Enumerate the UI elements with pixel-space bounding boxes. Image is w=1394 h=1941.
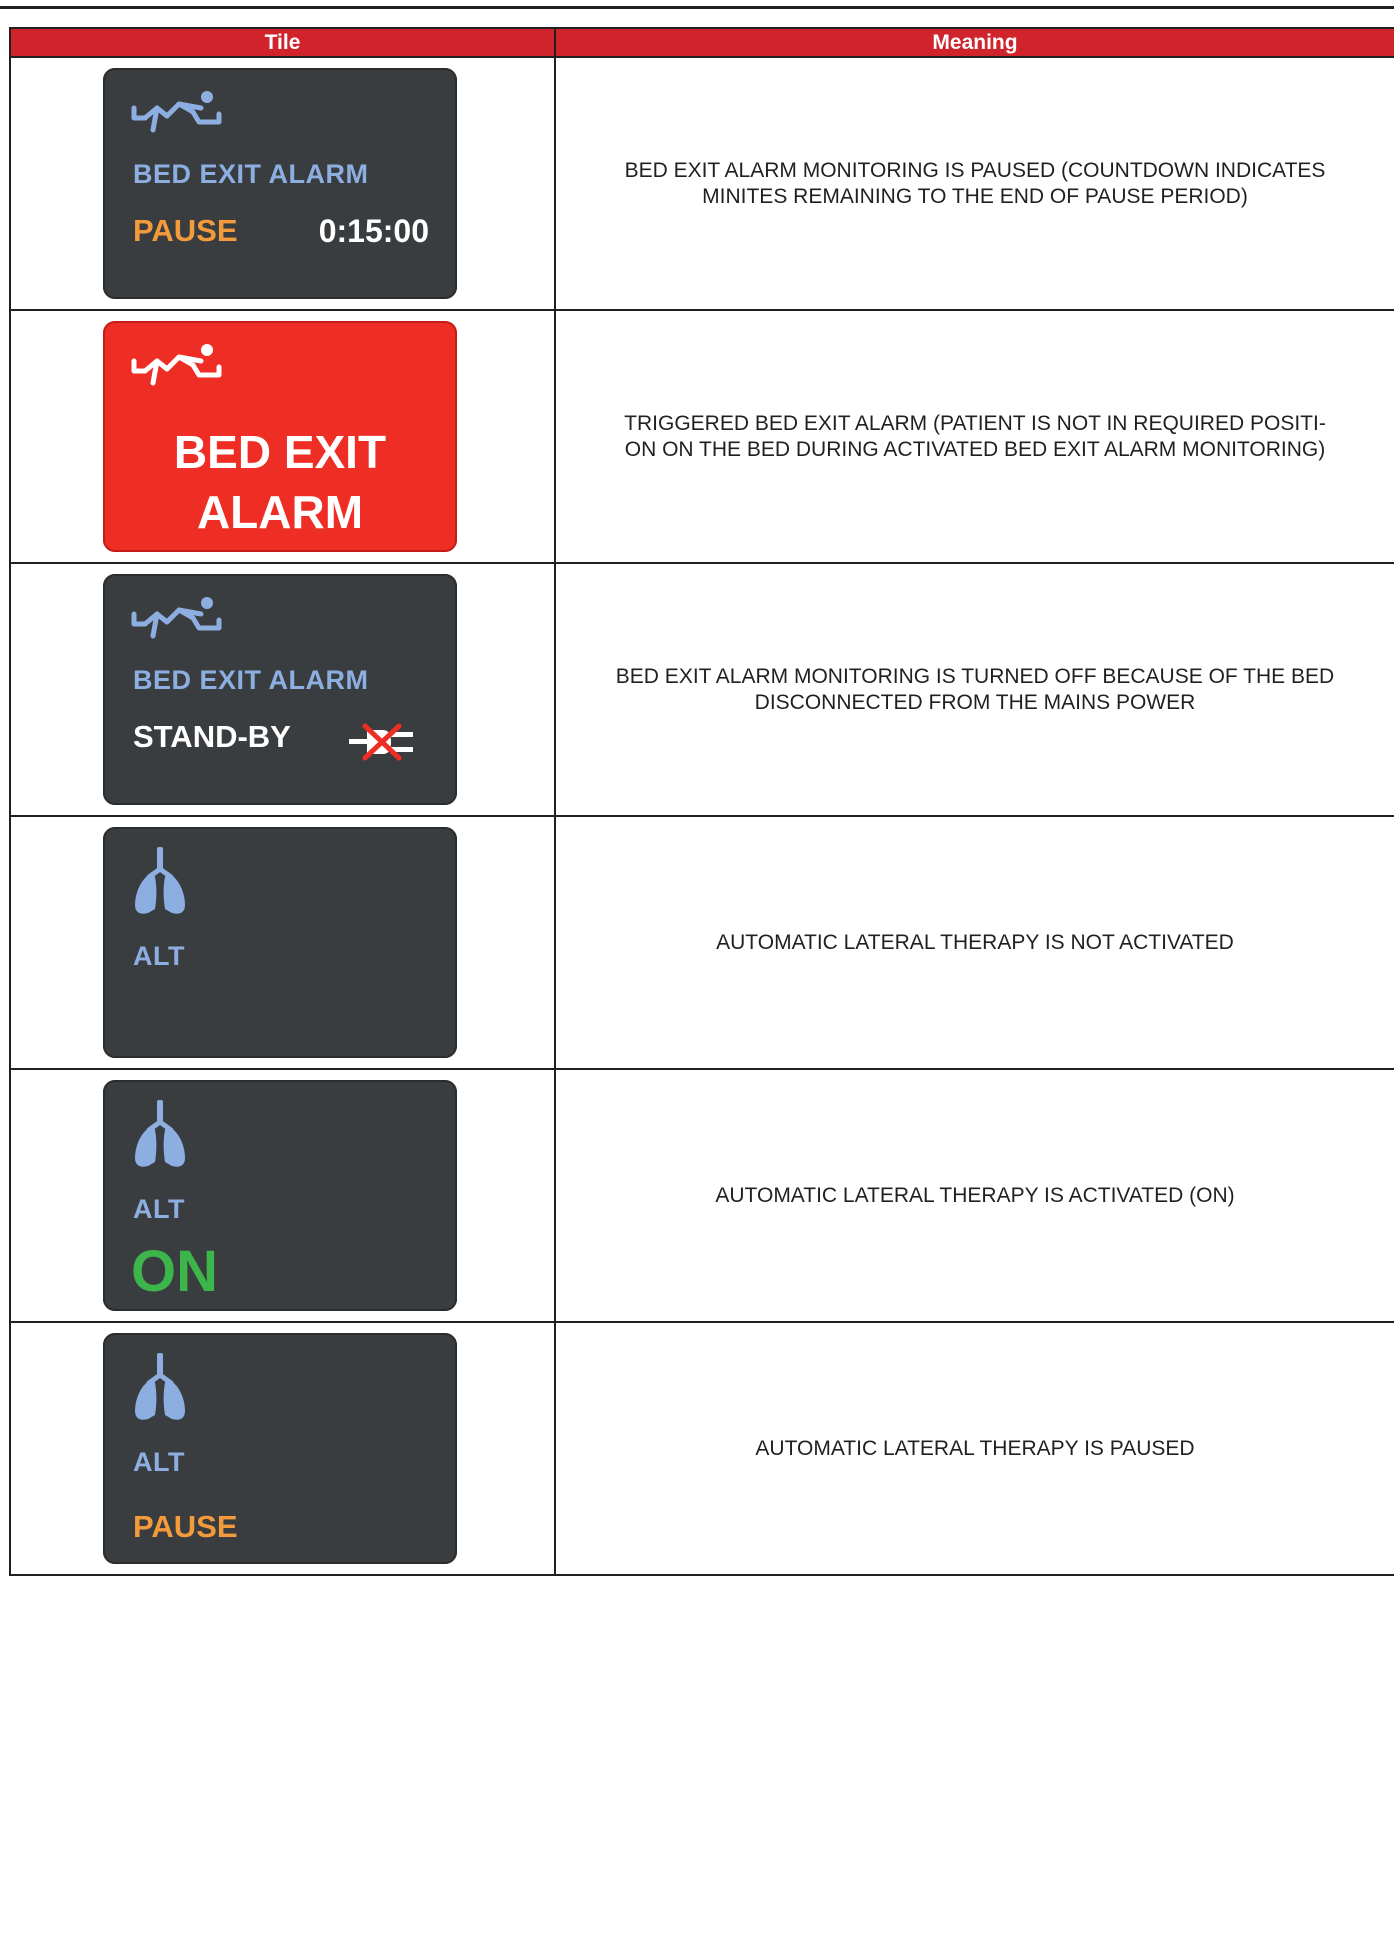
tile-cell: ALT — [9, 815, 556, 1070]
meaning-line: AUTOMATIC LATERAL THERAPY IS PAUSED — [755, 1436, 1195, 1460]
lungs-icon — [135, 847, 185, 914]
header-tile: Tile — [9, 27, 556, 58]
status-pause: PAUSE — [133, 213, 238, 248]
tile-label: BED EXIT ALARM — [133, 665, 369, 695]
bed-exit-alarm-triggered-tile: BED EXIT ALARM — [103, 321, 457, 552]
meaning-line: BED EXIT ALARM MONITORING IS PAUSED (COU… — [624, 158, 1326, 182]
meaning-cell: AUTOMATIC LATERAL THERAPY IS ACTIVATED (… — [554, 1068, 1394, 1323]
tile-cell: ALT PAUSE — [9, 1321, 556, 1576]
meaning-line: AUTOMATIC LATERAL THERAPY IS NOT ACTIVAT… — [716, 930, 1234, 954]
alt-on-tile: ALT ON — [103, 1080, 457, 1311]
bed-exit-person-icon — [131, 344, 222, 386]
meaning-line: AUTOMATIC LATERAL THERAPY IS ACTIVATED (… — [715, 1183, 1235, 1207]
countdown-timer: 0:15:00 — [318, 213, 429, 249]
status-on: ON — [131, 1239, 218, 1304]
meaning-text: BED EXIT ALARM MONITORING IS PAUSED (COU… — [556, 158, 1394, 210]
tile-cell: ALT ON — [9, 1068, 556, 1323]
tile-cell: BED EXIT ALARM — [9, 309, 556, 564]
meaning-line: DISCONNECTED FROM THE MAINS POWER — [754, 690, 1196, 714]
meaning-cell: BED EXIT ALARM MONITORING IS TURNED OFF … — [554, 562, 1394, 817]
bed-exit-paused-tile: BED EXIT ALARM PAUSE 0:15:00 — [103, 68, 457, 299]
meaning-text: TRIGGERED BED EXIT ALARM (PATIENT IS NOT… — [556, 411, 1394, 463]
table-row: BED EXIT ALARM STAND-BY BED EXIT ALARM M… — [9, 562, 1394, 817]
meaning-line: BED EXIT ALARM MONITORING IS TURNED OFF … — [615, 664, 1335, 688]
alarm-title-line2: ALARM — [196, 486, 364, 538]
bed-exit-person-icon — [131, 597, 222, 639]
tile-label: ALT — [133, 1194, 185, 1224]
meaning-text: AUTOMATIC LATERAL THERAPY IS ACTIVATED (… — [556, 1183, 1394, 1209]
meaning-text: AUTOMATIC LATERAL THERAPY IS PAUSED — [556, 1436, 1394, 1462]
status-standby: STAND-BY — [133, 719, 291, 754]
status-pause: PAUSE — [133, 1509, 238, 1544]
meaning-cell: BED EXIT ALARM MONITORING IS PAUSED (COU… — [554, 56, 1394, 311]
top-rule — [0, 6, 1394, 9]
table-row: ALT AUTOMATIC LATERAL THERAPY IS NOT ACT… — [9, 815, 1394, 1070]
alt-off-tile: ALT — [103, 827, 457, 1058]
tile-cell: BED EXIT ALARM PAUSE 0:15:00 — [9, 56, 556, 311]
meaning-line: ON ON THE BED DURING ACTIVATED BED EXIT … — [624, 437, 1326, 461]
tile-cell: BED EXIT ALARM STAND-BY — [9, 562, 556, 817]
tile-label: ALT — [133, 941, 185, 971]
bed-exit-person-icon — [131, 91, 222, 133]
tile-label: ALT — [133, 1447, 185, 1477]
header-meaning: Meaning — [554, 27, 1394, 58]
meaning-text: BED EXIT ALARM MONITORING IS TURNED OFF … — [556, 664, 1394, 716]
lungs-icon — [135, 1100, 185, 1167]
table-header-row: Tile Meaning — [9, 27, 1394, 58]
alt-paused-tile: ALT PAUSE — [103, 1333, 457, 1564]
table-row: BED EXIT ALARM TRIGGERED BED EXIT ALARM … — [9, 309, 1394, 564]
bed-exit-standby-tile: BED EXIT ALARM STAND-BY — [103, 574, 457, 805]
tile-label: BED EXIT ALARM — [133, 159, 369, 189]
meaning-cell: TRIGGERED BED EXIT ALARM (PATIENT IS NOT… — [554, 309, 1394, 564]
tile-meaning-table: Tile Meaning BED EXIT ALARM PAUSE 0:15:0… — [9, 27, 1394, 1576]
table-row: BED EXIT ALARM PAUSE 0:15:00 BED EXIT AL… — [9, 56, 1394, 311]
unplugged-icon — [349, 723, 413, 761]
meaning-line: TRIGGERED BED EXIT ALARM (PATIENT IS NOT… — [624, 411, 1326, 435]
table-row: ALT ON AUTOMATIC LATERAL THERAPY IS ACTI… — [9, 1068, 1394, 1323]
lungs-icon — [135, 1353, 185, 1420]
meaning-text: AUTOMATIC LATERAL THERAPY IS NOT ACTIVAT… — [556, 930, 1394, 956]
meaning-cell: AUTOMATIC LATERAL THERAPY IS PAUSED — [554, 1321, 1394, 1576]
table-row: ALT PAUSE AUTOMATIC LATERAL THERAPY IS P… — [9, 1321, 1394, 1576]
alarm-title-line1: BED EXIT — [173, 426, 387, 478]
meaning-cell: AUTOMATIC LATERAL THERAPY IS NOT ACTIVAT… — [554, 815, 1394, 1070]
meaning-line: MINITES REMAINING TO THE END OF PAUSE PE… — [702, 184, 1248, 208]
